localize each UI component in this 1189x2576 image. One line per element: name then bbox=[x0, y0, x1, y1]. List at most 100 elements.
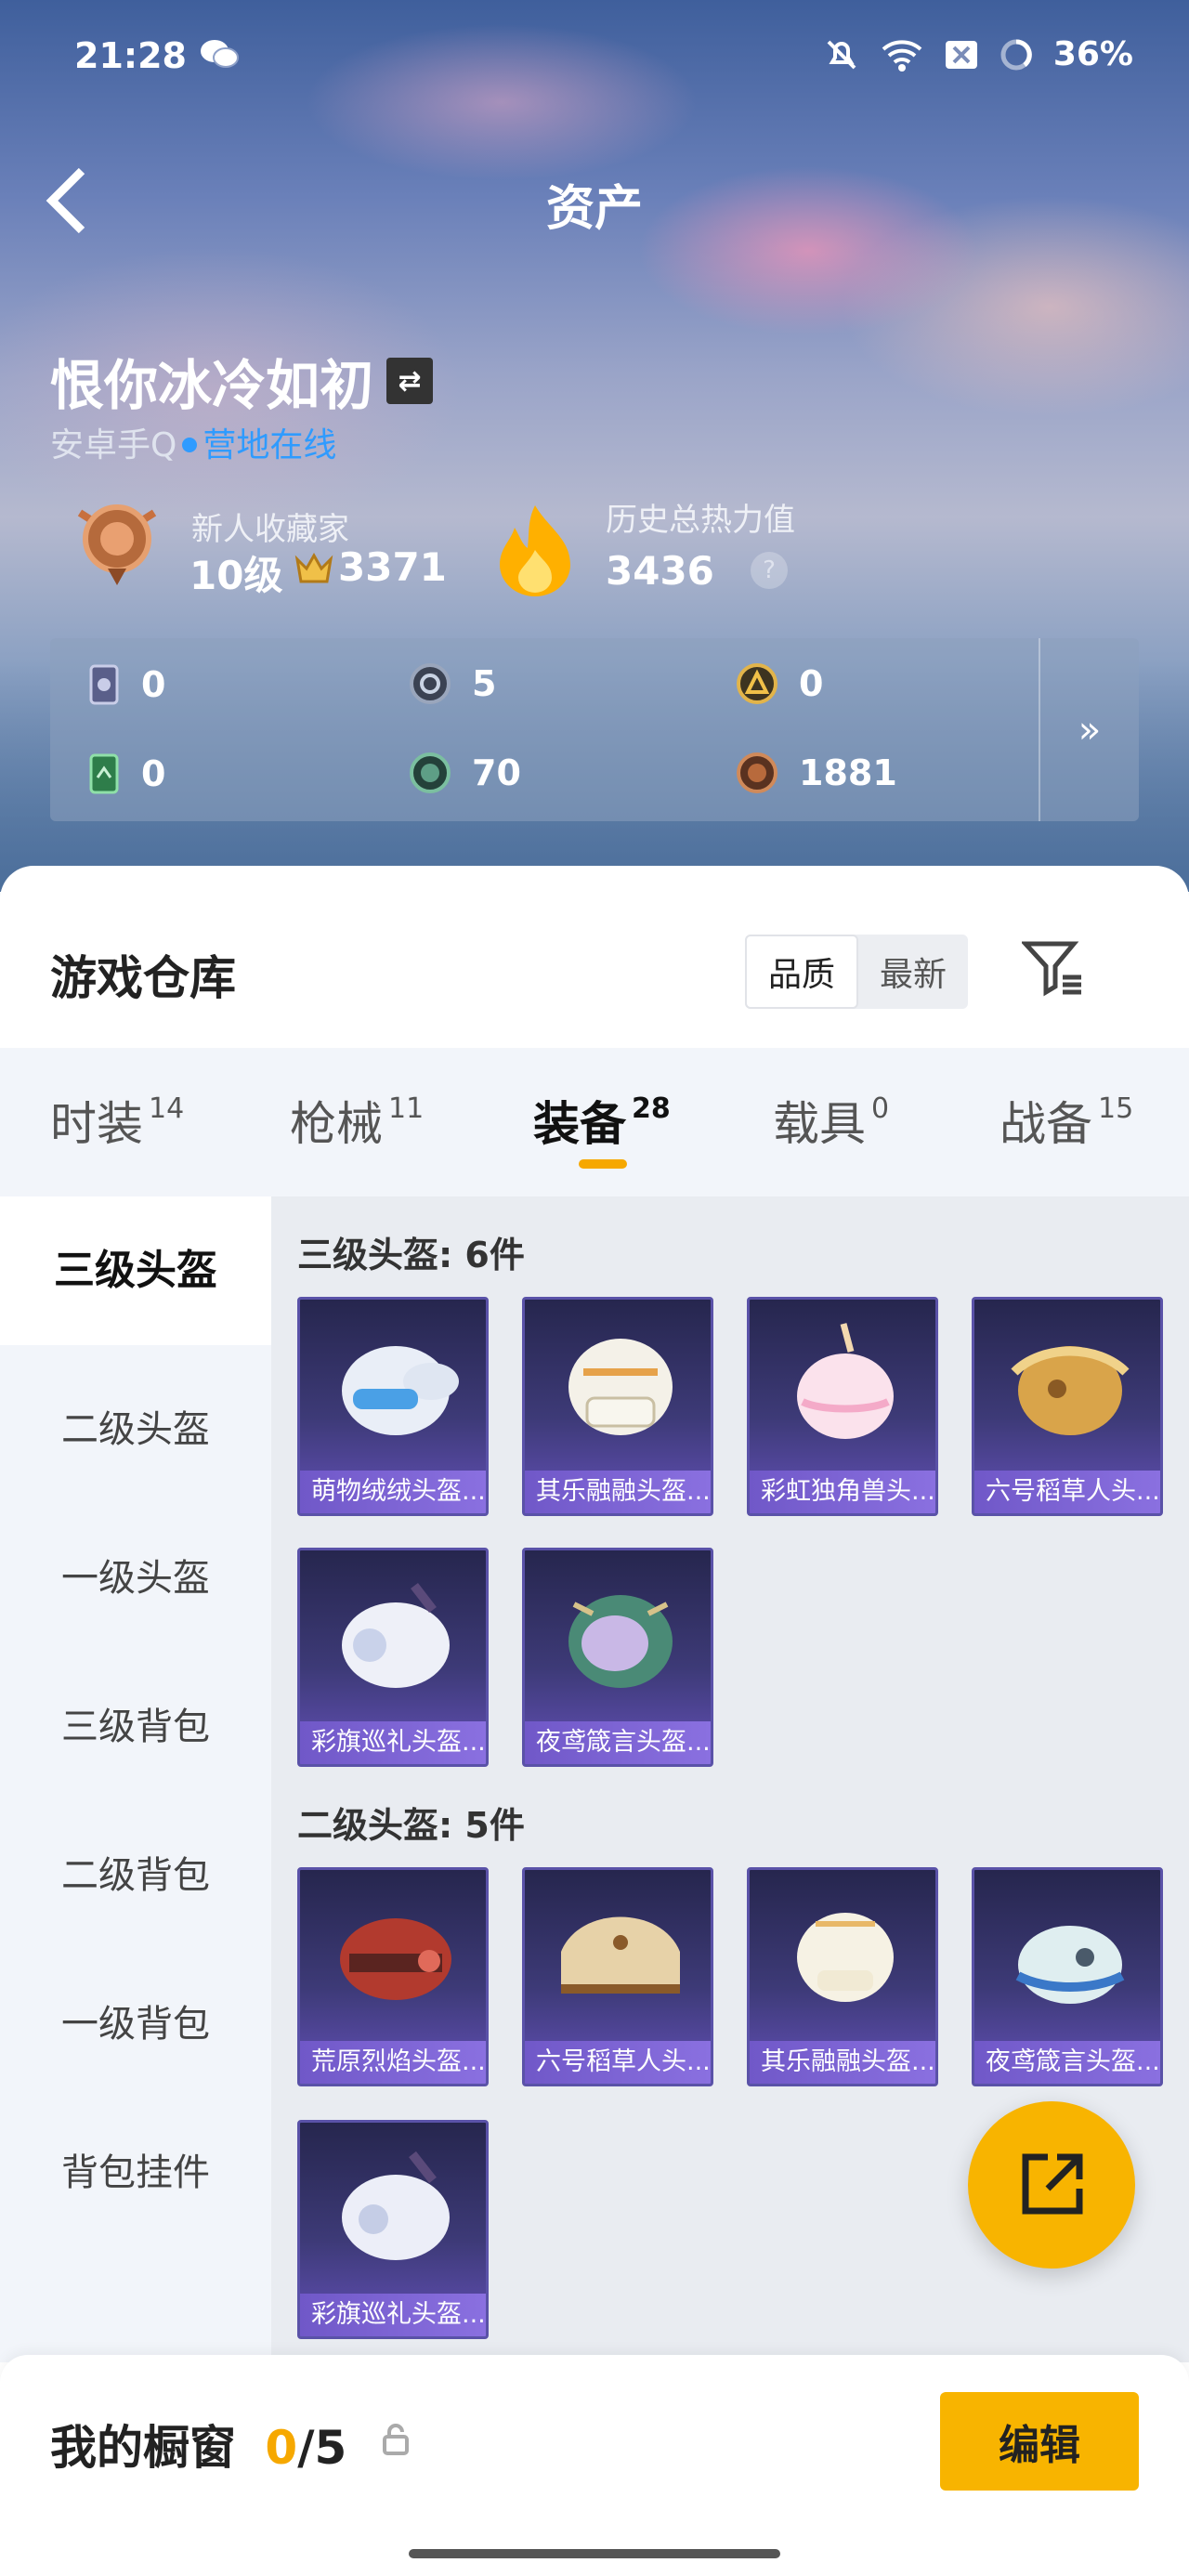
item-card[interactable]: 彩旗巡礼头盔... bbox=[297, 2120, 489, 2339]
sidebar-item-backpack-charm[interactable]: 背包挂件 bbox=[0, 2142, 271, 2196]
green-coin-icon bbox=[410, 752, 451, 793]
collector-title: 新人收藏家 bbox=[191, 511, 349, 548]
sort-quality-button[interactable]: 品质 bbox=[745, 935, 858, 1009]
showcase-label-row: 我的橱窗 0/5 bbox=[50, 2411, 346, 2478]
page-title: 资产 bbox=[545, 181, 643, 237]
sidebar-item-lvl3-backpack[interactable]: 三级背包 bbox=[0, 1696, 271, 1750]
wechat-icon bbox=[199, 37, 240, 74]
bronze-coin-icon bbox=[737, 752, 777, 793]
resource-item: 5 bbox=[409, 662, 496, 705]
user-name-row: 恨你冰冷如初 ⇄ bbox=[50, 342, 434, 420]
item-card[interactable]: 夜鸢箴言头盔... bbox=[522, 1548, 713, 1767]
item-name: 彩旗巡礼头盔... bbox=[300, 2294, 486, 2336]
lock-icon bbox=[381, 2424, 411, 2459]
filter-icon[interactable] bbox=[1020, 938, 1085, 1001]
mute-icon bbox=[823, 36, 860, 73]
collector-level: 10级 bbox=[189, 553, 283, 598]
helmet-image bbox=[342, 1582, 450, 1688]
helmet-image bbox=[797, 1913, 894, 2002]
showcase-bar: 我的橱窗 0/5 编辑 bbox=[0, 2355, 1189, 2576]
item-name: 六号稻草人头... bbox=[525, 2041, 711, 2084]
item-name: 夜鸢箴言头盔... bbox=[525, 1721, 711, 1764]
helmet-image bbox=[1015, 1926, 1125, 2004]
item-card[interactable]: 六号稻草人头... bbox=[972, 1297, 1163, 1516]
item-name: 彩旗巡礼头盔... bbox=[300, 1721, 486, 1764]
item-name: 彩虹独角兽头... bbox=[750, 1471, 935, 1513]
chevrons-right-icon: » bbox=[1078, 708, 1102, 752]
tab-vehicles[interactable]: 载具 0 bbox=[773, 1087, 889, 1154]
item-card[interactable]: 其乐融融头盔... bbox=[522, 1297, 713, 1516]
item-card[interactable]: 彩虹独角兽头... bbox=[747, 1297, 938, 1516]
resources-more-button[interactable]: » bbox=[1039, 638, 1139, 821]
heat-value: 3436 bbox=[606, 548, 714, 594]
resource-value: 70 bbox=[472, 752, 521, 793]
online-dot bbox=[182, 438, 198, 452]
item-name: 荒原烈焰头盔... bbox=[300, 2041, 486, 2084]
helmet-image bbox=[342, 2151, 450, 2260]
helmet-image bbox=[340, 1918, 451, 2000]
platform-label: 安卓手Q bbox=[50, 426, 177, 464]
ticket-icon bbox=[89, 753, 119, 794]
helmet-image bbox=[568, 1595, 673, 1688]
item-name: 其乐融融头盔... bbox=[525, 1471, 711, 1513]
section-title: 二级头盔: 5件 bbox=[297, 1805, 525, 1846]
card-icon bbox=[89, 664, 119, 705]
status-time: 21:28 bbox=[74, 35, 187, 76]
resource-panel[interactable]: 0 5 0 0 70 1881 » bbox=[50, 638, 1139, 821]
sidebar-item-lvl3-helmet[interactable]: 三级头盔 bbox=[0, 1196, 271, 1345]
item-name: 夜鸢箴言头盔... bbox=[974, 2041, 1160, 2084]
user-platform-line: 安卓手Q 营地在线 bbox=[50, 418, 336, 466]
resource-value: 5 bbox=[472, 663, 497, 704]
showcase-total: /5 bbox=[297, 2421, 347, 2475]
heat-label: 历史总热力值 bbox=[606, 502, 795, 539]
share-icon bbox=[1022, 2153, 1083, 2215]
sort-newest-button[interactable]: 最新 bbox=[858, 935, 968, 1009]
item-name: 六号稻草人头... bbox=[974, 1471, 1160, 1513]
item-card[interactable]: 夜鸢箴言头盔... bbox=[972, 1867, 1163, 2086]
sidebar-item-lvl2-backpack[interactable]: 二级背包 bbox=[0, 1845, 271, 1899]
resource-item: 1881 bbox=[736, 752, 897, 794]
resource-item: 70 bbox=[409, 752, 521, 794]
resource-value: 1881 bbox=[799, 752, 897, 793]
resource-item: 0 bbox=[87, 752, 165, 796]
item-card[interactable]: 其乐融融头盔... bbox=[747, 1867, 938, 2086]
resource-value: 0 bbox=[799, 663, 824, 704]
tab-equipment[interactable]: 装备 28 bbox=[533, 1087, 671, 1154]
item-card[interactable]: 萌物绒绒头盔... bbox=[297, 1297, 489, 1516]
sidebar-item-lvl2-helmet[interactable]: 二级头盔 bbox=[0, 1399, 271, 1453]
helmet-image bbox=[342, 1346, 459, 1435]
switch-account-icon[interactable]: ⇄ bbox=[386, 358, 434, 404]
section-title: 三级头盔: 6件 bbox=[297, 1235, 525, 1275]
share-button[interactable] bbox=[968, 2101, 1135, 2269]
warehouse-title: 游戏仓库 bbox=[50, 951, 236, 1005]
showcase-used: 0 bbox=[265, 2421, 298, 2475]
heat-help-button[interactable]: ? bbox=[751, 552, 788, 589]
item-card[interactable]: 六号稻草人头... bbox=[522, 1867, 713, 2086]
item-card[interactable]: 彩旗巡礼头盔... bbox=[297, 1548, 489, 1767]
sidebar-item-lvl1-backpack[interactable]: 一级背包 bbox=[0, 1994, 271, 2047]
helmet-image bbox=[797, 1323, 894, 1439]
sort-toggle: 品质 最新 bbox=[745, 935, 968, 1009]
tab-fashion[interactable]: 时装 14 bbox=[50, 1087, 184, 1154]
collector-point-icon bbox=[294, 550, 334, 591]
battery-percent: 36% bbox=[1052, 35, 1133, 73]
item-name: 萌物绒绒头盔... bbox=[300, 1471, 486, 1513]
item-card[interactable]: 荒原烈焰头盔... bbox=[297, 1867, 489, 2086]
tab-weapons[interactable]: 枪械 11 bbox=[290, 1087, 424, 1154]
sim-icon bbox=[944, 39, 979, 71]
sidebar-item-lvl1-helmet[interactable]: 一级头盔 bbox=[0, 1548, 271, 1602]
edit-button[interactable]: 编辑 bbox=[940, 2392, 1139, 2491]
collector-badge-icon bbox=[74, 494, 160, 591]
wifi-icon bbox=[881, 37, 923, 72]
resource-item: 0 bbox=[87, 662, 165, 707]
user-name: 恨你冰冷如初 bbox=[50, 354, 374, 417]
helmet-image bbox=[561, 1916, 680, 1994]
helmet-image bbox=[1011, 1346, 1130, 1435]
heat-flame-icon bbox=[492, 502, 578, 602]
tab-supplies[interactable]: 战备 15 bbox=[1000, 1087, 1133, 1154]
active-tab-indicator bbox=[579, 1159, 627, 1169]
showcase-label: 我的橱窗 bbox=[50, 2421, 236, 2475]
category-tabs: 时装 14 枪械 11 装备 28 载具 0 战备 15 bbox=[0, 1048, 1189, 1196]
collector-points: 3371 bbox=[338, 544, 447, 590]
silver-coin-icon bbox=[410, 663, 451, 704]
